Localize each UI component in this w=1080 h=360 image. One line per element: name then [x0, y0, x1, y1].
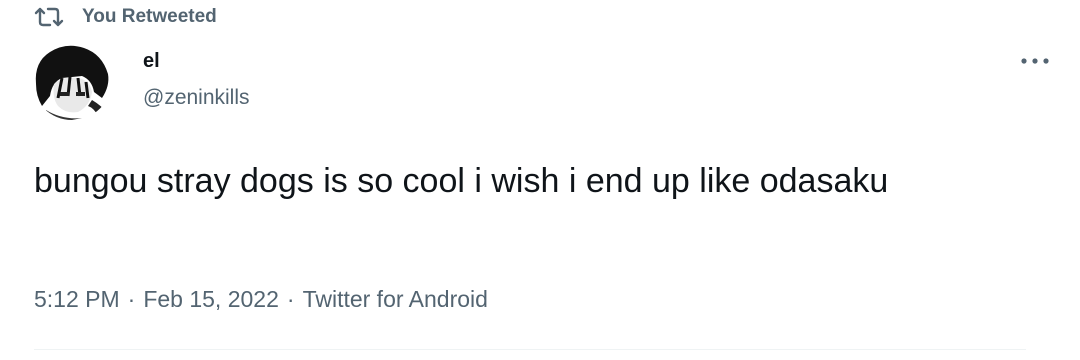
user-handle[interactable]: @zeninkills — [143, 86, 250, 110]
retweet-icon — [34, 5, 64, 29]
tweet-time[interactable]: 5:12 PM — [34, 286, 120, 313]
tweet-source-link[interactable]: Twitter for Android — [303, 286, 488, 313]
divider — [34, 349, 1026, 350]
tweet-card[interactable]: You Retweeted el @zeninkills bungou stra… — [0, 0, 1080, 360]
separator-dot: · — [127, 286, 136, 312]
separator-dot: · — [286, 286, 295, 312]
retweet-label: You Retweeted — [82, 6, 217, 27]
avatar[interactable] — [32, 40, 112, 120]
user-display-name[interactable]: el — [143, 50, 160, 73]
more-dots-icon — [1021, 58, 1049, 64]
avatar-image — [32, 40, 112, 120]
tweet-text: bungou stray dogs is so cool i wish i en… — [34, 162, 889, 200]
tweet-date[interactable]: Feb 15, 2022 — [143, 286, 279, 313]
tweet-metadata: 5:12 PM · Feb 15, 2022 · Twitter for And… — [34, 286, 488, 313]
retweet-indicator: You Retweeted — [34, 4, 217, 30]
more-options-button[interactable] — [1010, 46, 1060, 76]
